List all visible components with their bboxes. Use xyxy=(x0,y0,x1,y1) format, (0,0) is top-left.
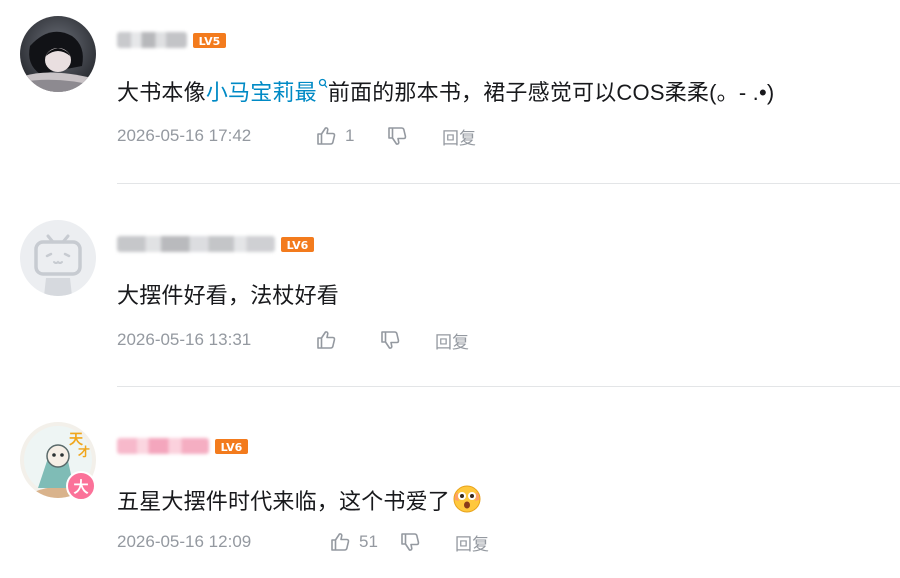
username-row: LV6 xyxy=(117,234,314,254)
timestamp: 2026-05-16 13:31 xyxy=(117,330,252,349)
reply-button[interactable]: 回复 xyxy=(435,328,469,353)
level-badge-icon: LV6 xyxy=(281,236,314,252)
timestamp: 2026-05-16 17:42 xyxy=(117,126,252,145)
comment-meta: 2026-05-16 12:09 51 回复 xyxy=(117,530,489,554)
like-button[interactable]: 51 xyxy=(329,531,383,553)
dislike-button[interactable] xyxy=(399,531,421,553)
timestamp: 2026-05-16 12:09 xyxy=(117,532,252,551)
svg-text:LV5: LV5 xyxy=(199,35,221,48)
thumb-down-icon xyxy=(388,127,407,145)
level-badge-icon: LV5 xyxy=(193,32,226,48)
comment-text-part: 五星大摆件时代来临，这个书爱了 xyxy=(117,489,451,514)
avatar-badge: 大 xyxy=(66,471,96,501)
like-count: 1 xyxy=(345,126,355,145)
username-row: LV6 xyxy=(117,436,248,456)
comment-meta: 2026-05-16 17:42 1 回复 xyxy=(117,124,476,148)
username-blurred[interactable] xyxy=(117,236,275,252)
level-badge-icon: LV6 xyxy=(215,438,248,454)
thumb-up-icon xyxy=(331,533,350,551)
thumb-up-icon xyxy=(317,127,336,145)
comment-meta: 2026-05-16 13:31 回复 xyxy=(117,328,469,352)
username-blurred[interactable] xyxy=(117,32,187,48)
reply-button[interactable]: 回复 xyxy=(442,124,476,149)
svg-text:LV6: LV6 xyxy=(221,441,243,454)
divider xyxy=(117,183,900,184)
thumb-down-icon xyxy=(401,533,420,551)
like-button[interactable] xyxy=(315,329,369,351)
comment-text-part: 前面的那本书，裙子感觉可以COS柔柔(。- .•) xyxy=(327,80,775,105)
astonished-emoji-icon xyxy=(453,485,481,513)
mention-link[interactable]: 小马宝莉最 xyxy=(205,78,328,105)
reply-button[interactable]: 回复 xyxy=(455,530,489,555)
search-mention-icon xyxy=(318,78,328,88)
avatar[interactable] xyxy=(20,220,96,296)
comment-text: 五星大摆件时代来临，这个书爱了 xyxy=(117,484,482,516)
thumb-up-icon xyxy=(317,331,336,349)
mention-label: 小马宝莉最 xyxy=(205,80,317,105)
dislike-button[interactable] xyxy=(379,329,401,351)
divider xyxy=(117,386,900,387)
username-blurred[interactable] xyxy=(117,438,209,454)
comment-text: 大书本像小马宝莉最 前面的那本书，裙子感觉可以COS柔柔(。- .•) xyxy=(117,78,774,107)
like-count: 51 xyxy=(359,532,378,551)
comment-text: 大摆件好看，法杖好看 xyxy=(117,283,340,308)
svg-text:LV6: LV6 xyxy=(287,239,309,252)
like-button[interactable]: 1 xyxy=(315,125,369,147)
svg-text:才: 才 xyxy=(78,444,90,459)
dislike-button[interactable] xyxy=(386,125,408,147)
avatar-badge-label: 大 xyxy=(73,478,89,496)
comment-text-part: 大书本像 xyxy=(117,80,206,105)
thumb-down-icon xyxy=(381,331,400,349)
username-row: LV5 xyxy=(117,30,226,50)
avatar[interactable] xyxy=(20,16,96,92)
